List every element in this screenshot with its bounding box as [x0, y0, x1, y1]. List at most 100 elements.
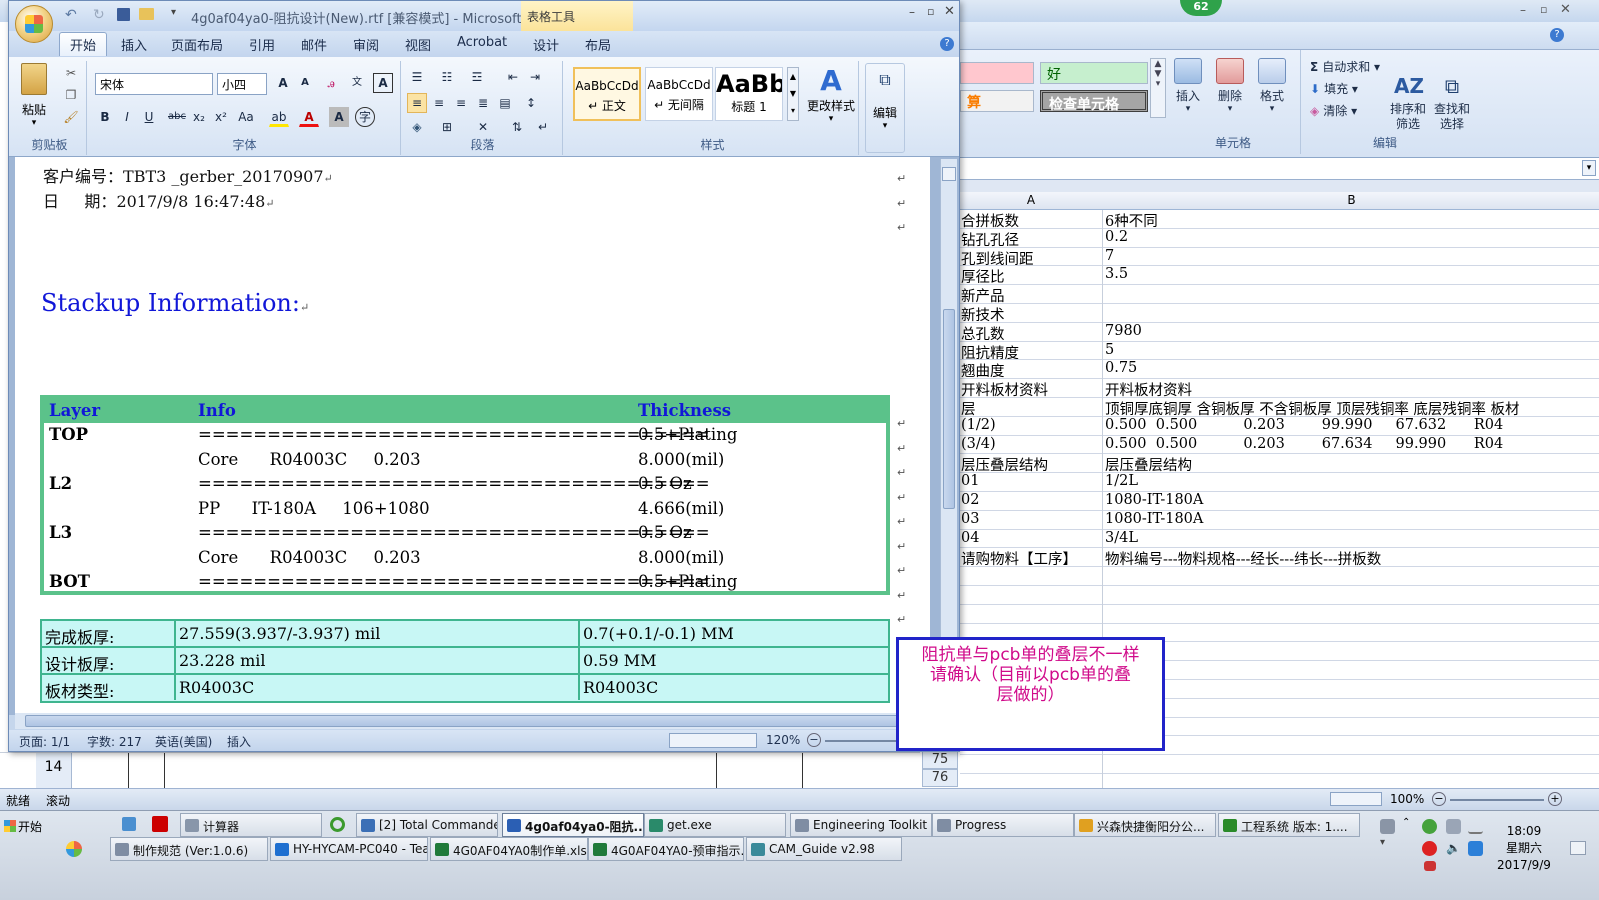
font-size-select[interactable]: 小四 — [217, 73, 267, 95]
taskbar-button[interactable]: 4g0af04ya0-阻抗... — [502, 813, 644, 837]
cell-a[interactable]: 孔到线间距 — [960, 248, 1102, 266]
numbering-icon[interactable]: ☷ — [437, 67, 457, 87]
edit-button[interactable]: ⧉ 编辑 ▾ — [865, 63, 905, 153]
copy-icon[interactable]: ❐ — [61, 85, 81, 105]
cell-b[interactable]: 5 — [1104, 342, 1114, 358]
cell-b[interactable]: 1/2L — [1104, 473, 1138, 489]
sheet-row[interactable]: 开料板材资料 开料板材资料 — [960, 379, 1599, 398]
cell-a[interactable]: 翘曲度 — [960, 360, 1102, 378]
align-center-icon[interactable]: ≡ — [429, 93, 449, 113]
sheet-row[interactable]: 02 1080-IT-180A — [960, 492, 1599, 511]
start-button[interactable]: 开始 — [2, 815, 50, 837]
taskbar-button[interactable]: 兴森快捷衡阳分公... — [1074, 813, 1216, 837]
qat-dropdown-icon[interactable]: ▾ — [171, 7, 176, 18]
taskbar-button[interactable]: [2] Total Commander ... — [356, 813, 498, 837]
shading-icon[interactable]: ◈ — [407, 117, 427, 137]
open-icon[interactable] — [139, 8, 154, 20]
taskbar-button[interactable]: 制作规范 (Ver:1.0.6) — [110, 837, 268, 861]
font-color-icon[interactable]: A — [299, 107, 319, 127]
sheet-row[interactable]: 合拼板数 6种不同 — [960, 210, 1599, 229]
style-good-cell[interactable]: 好 — [1040, 62, 1148, 84]
taskbar-button[interactable]: Progress — [932, 813, 1074, 837]
network-icon[interactable] — [1468, 841, 1483, 856]
taskbar-button[interactable]: 计算器 — [180, 813, 322, 837]
minimize-icon[interactable]: – — [1520, 3, 1534, 17]
phonetic-guide-icon[interactable]: 文 — [347, 73, 367, 93]
cell-b[interactable]: 开料板材资料 — [1104, 379, 1192, 397]
cell-a[interactable]: 厚径比 — [960, 266, 1102, 284]
cell-a[interactable]: 03 — [960, 511, 1102, 527]
taskbar-button[interactable]: 4G0AF04YA0-预审指示.... — [588, 837, 744, 861]
tray-app-icon[interactable] — [1424, 861, 1436, 871]
sheet-row[interactable]: 04 3/4L — [960, 530, 1599, 549]
column-a-header[interactable]: A — [960, 193, 1102, 207]
office-button[interactable] — [15, 5, 53, 43]
multilevel-list-icon[interactable]: ☲ — [467, 67, 487, 87]
horizontal-scrollbar[interactable] — [15, 713, 930, 729]
cell-b[interactable]: 0.500 0.500 0.203 67.634 99.990 R04 — [1104, 436, 1503, 452]
ruler-toggle-icon[interactable] — [942, 167, 956, 181]
cell-b[interactable]: 0.75 — [1104, 360, 1137, 376]
style-bad-cell[interactable] — [960, 62, 1034, 84]
highlight-icon[interactable]: ab — [269, 107, 289, 127]
sheet-row[interactable] — [960, 605, 1599, 624]
cell-b[interactable]: 0.2 — [1104, 229, 1128, 245]
tab-4[interactable]: 邮件 — [301, 35, 327, 54]
sheet-row[interactable]: 层压叠层结构 层压叠层结构 — [960, 454, 1599, 474]
taskbar-button[interactable]: HY-HYCAM-PC040 - Tea... — [270, 837, 428, 861]
help-icon[interactable]: ? — [1550, 28, 1564, 42]
show-marks-icon[interactable]: ↵ — [533, 117, 553, 137]
cell-a[interactable]: 请购物料【工序】 — [960, 548, 1102, 566]
cell-a[interactable]: 新产品 — [960, 285, 1102, 303]
tab-3[interactable]: 引用 — [249, 35, 275, 54]
sort-icon[interactable]: ⇅ — [507, 117, 527, 137]
chinese-layout-icon[interactable]: ✕ — [473, 117, 493, 137]
cell-b[interactable]: 物料编号---物料规格---经长---纬长---拼板数 — [1104, 548, 1381, 566]
volume-icon[interactable]: 🔈 — [1446, 841, 1461, 856]
sheet-row[interactable]: 阻抗精度 5 — [960, 342, 1599, 361]
undo-icon[interactable]: ↶ — [65, 7, 77, 23]
find-select-button[interactable]: ⧉ 查找和 选择 — [1430, 58, 1474, 132]
status-language[interactable]: 英语(美国) — [155, 733, 212, 750]
taskbar-button[interactable]: CAM_Guide v2.98 — [746, 837, 902, 861]
zoom-out-icon[interactable]: − — [807, 733, 821, 747]
printer-icon[interactable] — [1380, 819, 1395, 834]
style-check-cell[interactable]: 检查单元格 — [1040, 90, 1148, 113]
tab-9[interactable]: 布局 — [585, 35, 611, 54]
sheet-row[interactable]: 03 1080-IT-180A — [960, 511, 1599, 530]
borders-icon[interactable]: ⊞ — [437, 117, 457, 137]
align-left-icon[interactable]: ≡ — [407, 93, 427, 113]
scroll-thumb[interactable] — [25, 715, 905, 727]
cell-a[interactable]: 合拼板数 — [960, 210, 1102, 228]
document-page[interactable]: 客户编号：TBT3 _gerber_20170907↵ 日 期：2017/9/8… — [15, 157, 930, 715]
sheet-row[interactable]: 01 1/2L — [960, 473, 1599, 492]
shrink-font-icon[interactable]: A — [295, 73, 315, 93]
clear-button[interactable]: ◈ 清除 ▾ — [1310, 102, 1357, 119]
sheet-row[interactable]: (3/4) 0.500 0.500 0.203 67.634 99.990 R04 — [960, 436, 1599, 455]
cell-a[interactable]: 01 — [960, 473, 1102, 489]
sheet-row[interactable]: 总孔数 7980 — [960, 323, 1599, 342]
tab-8[interactable]: 设计 — [533, 35, 559, 54]
status-insert-mode[interactable]: 插入 — [227, 733, 251, 750]
decrease-indent-icon[interactable]: ⇤ — [503, 67, 523, 87]
cell-a[interactable]: (1/2) — [960, 417, 1102, 433]
sort-filter-button[interactable]: AZ 排序和 筛选 — [1386, 58, 1430, 132]
style-heading-1[interactable]: AaBb 标题 1 — [715, 67, 783, 121]
taskbar-button[interactable]: Engineering Toolkit 9.... — [790, 813, 932, 837]
cell-b[interactable]: 1080-IT-180A — [1104, 511, 1203, 527]
sheet-row[interactable] — [960, 755, 1599, 774]
tab-5[interactable]: 审阅 — [353, 35, 379, 54]
tray-chevron-icon[interactable]: ▾ — [1380, 837, 1385, 848]
cell-a[interactable]: 开料板材资料 — [960, 379, 1102, 397]
cell-b[interactable]: 层压叠层结构 — [1104, 454, 1192, 472]
close-icon[interactable]: ✕ — [944, 4, 955, 19]
tray-expand-icon[interactable]: ⌃ — [1402, 817, 1417, 832]
font-name-select[interactable]: 宋体 — [95, 73, 213, 95]
quick-launch-icon[interactable] — [122, 817, 136, 831]
enclose-char-icon[interactable]: 字 — [355, 107, 375, 127]
cell-a[interactable]: 总孔数 — [960, 323, 1102, 341]
sheet-row[interactable]: 新技术 — [960, 304, 1599, 323]
status-words[interactable]: 字数: 217 — [87, 733, 142, 750]
cell-b[interactable]: 7980 — [1104, 323, 1142, 339]
redo-icon[interactable]: ↻ — [93, 7, 105, 23]
